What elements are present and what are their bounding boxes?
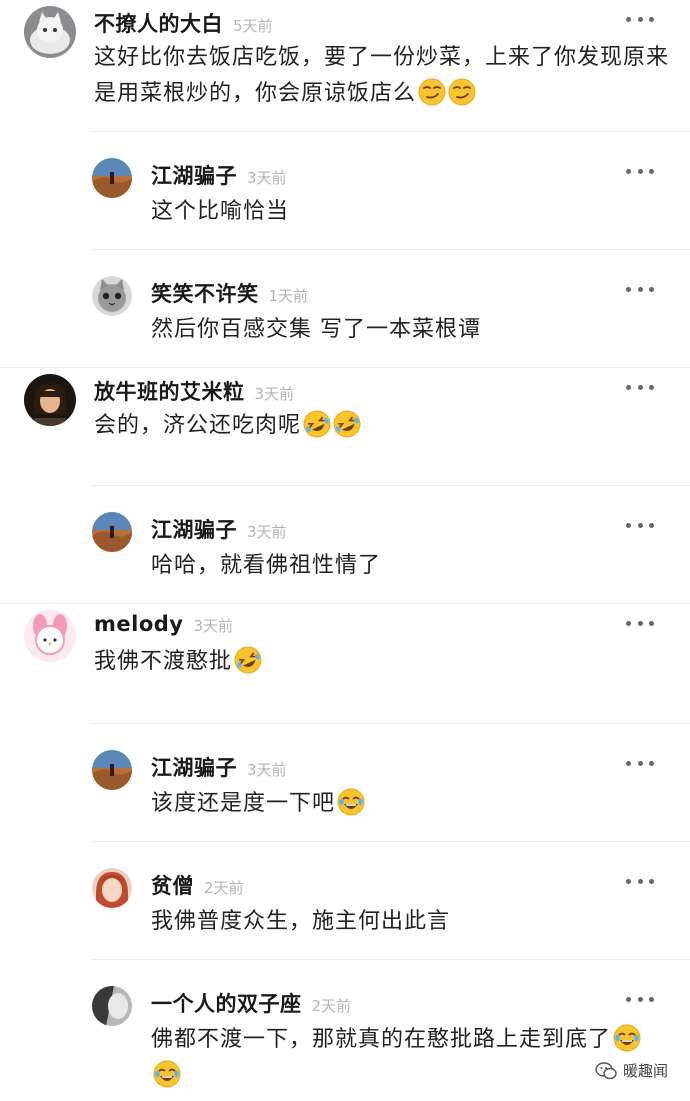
reply-item[interactable]: 一个人的双子座 2天前佛都不渡一下，那就真的在憨批路上走到底了 <box>0 960 690 1101</box>
more-options-icon[interactable] <box>626 758 654 768</box>
more-options-icon[interactable] <box>626 520 654 530</box>
comment-header: 江湖骗子 3天前 <box>151 514 287 544</box>
username[interactable]: 江湖骗子 <box>151 752 237 782</box>
username[interactable]: 不撩人的大白 <box>94 8 223 38</box>
comment-text: 然后你百感交集 写了一本菜根谭 <box>151 312 651 348</box>
comment-item[interactable]: 放牛班的艾米粒 3天前会的，济公还吃肉呢 <box>0 368 690 486</box>
timestamp: 3天前 <box>254 385 295 403</box>
comment-item[interactable]: 不撩人的大白 5天前这好比你去饭店吃饭，要了一份炒菜，上来了你发现原来是用菜根炒的… <box>0 0 690 132</box>
comment-header: 笑笑不许笑 1天前 <box>151 278 308 308</box>
username[interactable]: melody <box>94 612 183 636</box>
avatar[interactable] <box>24 610 76 662</box>
comment-header: 放牛班的艾米粒 3天前 <box>94 376 294 406</box>
comment-body: 我佛普度众生，施主何出此言 <box>151 909 451 934</box>
comment-body: 我佛不渡憨批 <box>94 649 233 674</box>
watermark: 暖趣闻 <box>595 1060 668 1081</box>
timestamp: 3天前 <box>247 523 287 541</box>
comment-text: 我佛普度众生，施主何出此言 <box>151 904 651 940</box>
avatar[interactable] <box>92 276 132 316</box>
comment-header: 贫僧 2天前 <box>151 870 244 900</box>
smirk-emoji-icon <box>448 78 476 106</box>
comment-header: 不撩人的大白 5天前 <box>94 8 273 38</box>
comment-text: 这好比你去饭店吃饭，要了一份炒菜，上来了你发现原来是用菜根炒的，你会原谅饭店么 <box>94 40 669 112</box>
comment-body: 这个比喻恰当 <box>151 199 290 224</box>
comment-text: 我佛不渡憨批 <box>94 644 669 680</box>
timestamp: 3天前 <box>247 169 287 187</box>
comment-header: melody 3天前 <box>94 612 233 636</box>
comment-feed: 不撩人的大白 5天前这好比你去饭店吃饭，要了一份炒菜，上来了你发现原来是用菜根炒的… <box>0 0 690 1101</box>
username[interactable]: 放牛班的艾米粒 <box>94 376 245 406</box>
avatar[interactable] <box>92 158 132 198</box>
username[interactable]: 笑笑不许笑 <box>151 278 259 308</box>
username[interactable]: 江湖骗子 <box>151 514 237 544</box>
comment-body: 这好比你去饭店吃饭，要了一份炒菜，上来了你发现原来是用菜根炒的，你会原谅饭店么 <box>94 45 670 106</box>
smirk-emoji-icon <box>418 78 446 106</box>
reply-item[interactable]: 江湖骗子 3天前这个比喻恰当 <box>0 132 690 250</box>
avatar[interactable] <box>92 986 132 1026</box>
timestamp: 3天前 <box>247 761 287 779</box>
comment-body: 然后你百感交集 写了一本菜根谭 <box>151 317 481 342</box>
comment-text: 哈哈，就看佛祖性情了 <box>151 548 651 584</box>
username[interactable]: 一个人的双子座 <box>151 988 302 1018</box>
more-options-icon[interactable] <box>626 876 654 886</box>
comment-header: 一个人的双子座 2天前 <box>151 988 351 1018</box>
username[interactable]: 江湖骗子 <box>151 160 237 190</box>
avatar[interactable] <box>92 512 132 552</box>
more-options-icon[interactable] <box>626 618 654 628</box>
more-options-icon[interactable] <box>626 994 654 1004</box>
watermark-text: 暖趣闻 <box>622 1062 668 1080</box>
comment-text: 佛都不渡一下，那就真的在憨批路上走到底了 <box>151 1022 651 1094</box>
comment-body: 会的，济公还吃肉呢 <box>94 413 302 438</box>
timestamp: 1天前 <box>268 287 309 305</box>
comment-header: 江湖骗子 3天前 <box>151 160 287 190</box>
avatar[interactable] <box>92 868 132 908</box>
comment-item[interactable]: melody 3天前我佛不渡憨批 <box>0 604 690 724</box>
joy-emoji-icon <box>153 1060 181 1088</box>
joy-emoji-icon <box>613 1024 641 1052</box>
reply-item[interactable]: 江湖骗子 3天前该度还是度一下吧 <box>0 724 690 842</box>
timestamp: 5天前 <box>233 17 273 35</box>
reply-item[interactable]: 笑笑不许笑 1天前然后你百感交集 写了一本菜根谭 <box>0 250 690 368</box>
comment-body: 佛都不渡一下，那就真的在憨批路上走到底了 <box>151 1027 612 1052</box>
timestamp: 2天前 <box>204 879 244 897</box>
avatar[interactable] <box>24 374 76 426</box>
more-options-icon[interactable] <box>626 382 654 392</box>
username[interactable]: 贫僧 <box>151 870 194 900</box>
more-options-icon[interactable] <box>626 284 654 294</box>
timestamp: 3天前 <box>193 617 234 635</box>
rofl-emoji-icon <box>303 410 331 438</box>
reply-item[interactable]: 贫僧 2天前我佛普度众生，施主何出此言 <box>0 842 690 960</box>
comment-text: 该度还是度一下吧 <box>151 786 651 822</box>
more-options-icon[interactable] <box>626 14 654 24</box>
rofl-emoji-icon <box>234 646 262 674</box>
comment-header: 江湖骗子 3天前 <box>151 752 287 782</box>
rofl-emoji-icon <box>333 410 361 438</box>
joy-emoji-icon <box>337 788 365 816</box>
comment-text: 会的，济公还吃肉呢 <box>94 408 669 444</box>
timestamp: 2天前 <box>311 997 352 1015</box>
reply-item[interactable]: 江湖骗子 3天前哈哈，就看佛祖性情了 <box>0 486 690 604</box>
avatar[interactable] <box>92 750 132 790</box>
comment-body: 该度还是度一下吧 <box>151 791 336 816</box>
avatar[interactable] <box>24 6 76 58</box>
comment-body: 哈哈，就看佛祖性情了 <box>151 553 382 578</box>
more-options-icon[interactable] <box>626 166 654 176</box>
wechat-icon <box>595 1061 617 1079</box>
comment-text: 这个比喻恰当 <box>151 194 651 230</box>
